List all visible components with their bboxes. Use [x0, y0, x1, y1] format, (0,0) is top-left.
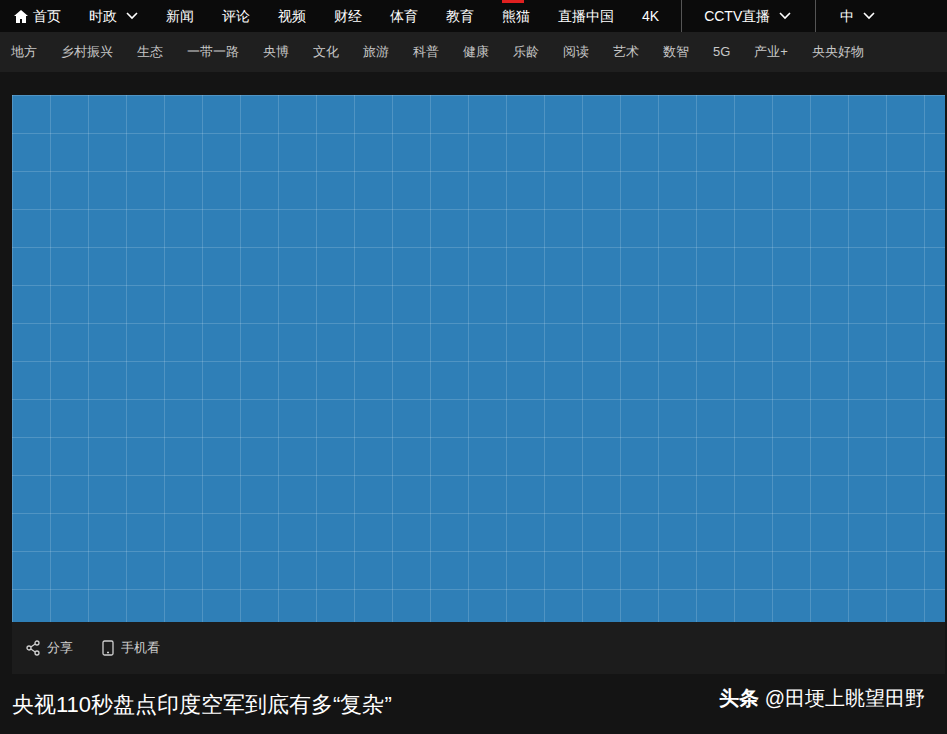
- top-nav: 首页 时政 新闻 评论 视频 财经 体育 教育 熊猫 直播中国 4K CCTV直播 中: [0, 0, 947, 32]
- watermark-brand: 头条: [719, 684, 759, 712]
- sub-nav-item[interactable]: 乡村振兴: [61, 42, 113, 62]
- share-icon: [25, 640, 41, 656]
- nav-item[interactable]: 中: [815, 0, 875, 32]
- nav-item[interactable]: 体育: [390, 0, 418, 32]
- sub-nav-item[interactable]: 艺术: [613, 42, 639, 62]
- sub-nav-item[interactable]: 科普: [413, 42, 439, 62]
- nav-label: 新闻: [166, 6, 194, 27]
- mobile-view-label: 手机看: [121, 638, 160, 658]
- chevron-down-icon: [126, 12, 138, 20]
- nav-item[interactable]: 熊猫: [502, 0, 530, 32]
- sub-nav: 地方 乡村振兴 生态 一带一路 央博 文化 旅游 科普 健康 乐龄 阅读 艺术 数智 5G 产业+ 央央好物: [0, 32, 947, 72]
- nav-item[interactable]: 4K: [642, 0, 659, 32]
- active-marker: [502, 0, 524, 3]
- nav-label: CCTV直播: [704, 6, 770, 27]
- nav-label: 直播中国: [558, 6, 614, 27]
- nav-item[interactable]: 财经: [334, 0, 362, 32]
- sub-nav-item[interactable]: 数智: [663, 42, 689, 62]
- sub-nav-item[interactable]: 5G: [713, 42, 730, 62]
- nav-label: 教育: [446, 6, 474, 27]
- nav-label: 视频: [278, 6, 306, 27]
- watermark-handle: @田埂上眺望田野: [765, 684, 925, 712]
- chevron-down-icon: [779, 12, 791, 20]
- nav-item[interactable]: 评论: [222, 0, 250, 32]
- nav-item[interactable]: 首页: [14, 0, 61, 32]
- video-toolbar: 分享 手机看: [12, 622, 945, 674]
- sub-nav-item[interactable]: 央央好物: [812, 42, 864, 62]
- sub-nav-item[interactable]: 地方: [11, 42, 37, 62]
- video-player: 分享 手机看: [0, 72, 947, 674]
- watermark: 头条@田埂上眺望田野: [719, 684, 925, 712]
- nav-label: 熊猫: [502, 6, 530, 27]
- nav-item[interactable]: 视频: [278, 0, 306, 32]
- nav-label: 体育: [390, 6, 418, 27]
- nav-item[interactable]: 新闻: [166, 0, 194, 32]
- nav-label: 财经: [334, 6, 362, 27]
- sub-nav-item[interactable]: 生态: [137, 42, 163, 62]
- sub-nav-item[interactable]: 产业+: [754, 42, 788, 62]
- nav-label: 评论: [222, 6, 250, 27]
- sub-nav-item[interactable]: 乐龄: [513, 42, 539, 62]
- nav-item[interactable]: 直播中国: [558, 0, 614, 32]
- nav-item[interactable]: 时政: [89, 0, 138, 32]
- sub-nav-item[interactable]: 阅读: [563, 42, 589, 62]
- nav-item[interactable]: CCTV直播: [681, 0, 791, 32]
- sub-nav-item[interactable]: 一带一路: [187, 42, 239, 62]
- share-label: 分享: [47, 638, 73, 658]
- video-frame[interactable]: [12, 95, 945, 622]
- phone-icon: [101, 640, 115, 656]
- sub-nav-item[interactable]: 央博: [263, 42, 289, 62]
- nav-label: 4K: [642, 6, 659, 27]
- home-icon: [14, 10, 28, 23]
- nav-item[interactable]: 教育: [446, 0, 474, 32]
- sub-nav-item[interactable]: 健康: [463, 42, 489, 62]
- nav-label: 首页: [33, 6, 61, 27]
- chevron-down-icon: [863, 12, 875, 20]
- share-button[interactable]: 分享: [25, 638, 73, 658]
- mobile-view-button[interactable]: 手机看: [101, 638, 160, 658]
- nav-label: 中: [840, 6, 854, 27]
- sub-nav-item[interactable]: 旅游: [363, 42, 389, 62]
- nav-label: 时政: [89, 6, 117, 27]
- sub-nav-item[interactable]: 文化: [313, 42, 339, 62]
